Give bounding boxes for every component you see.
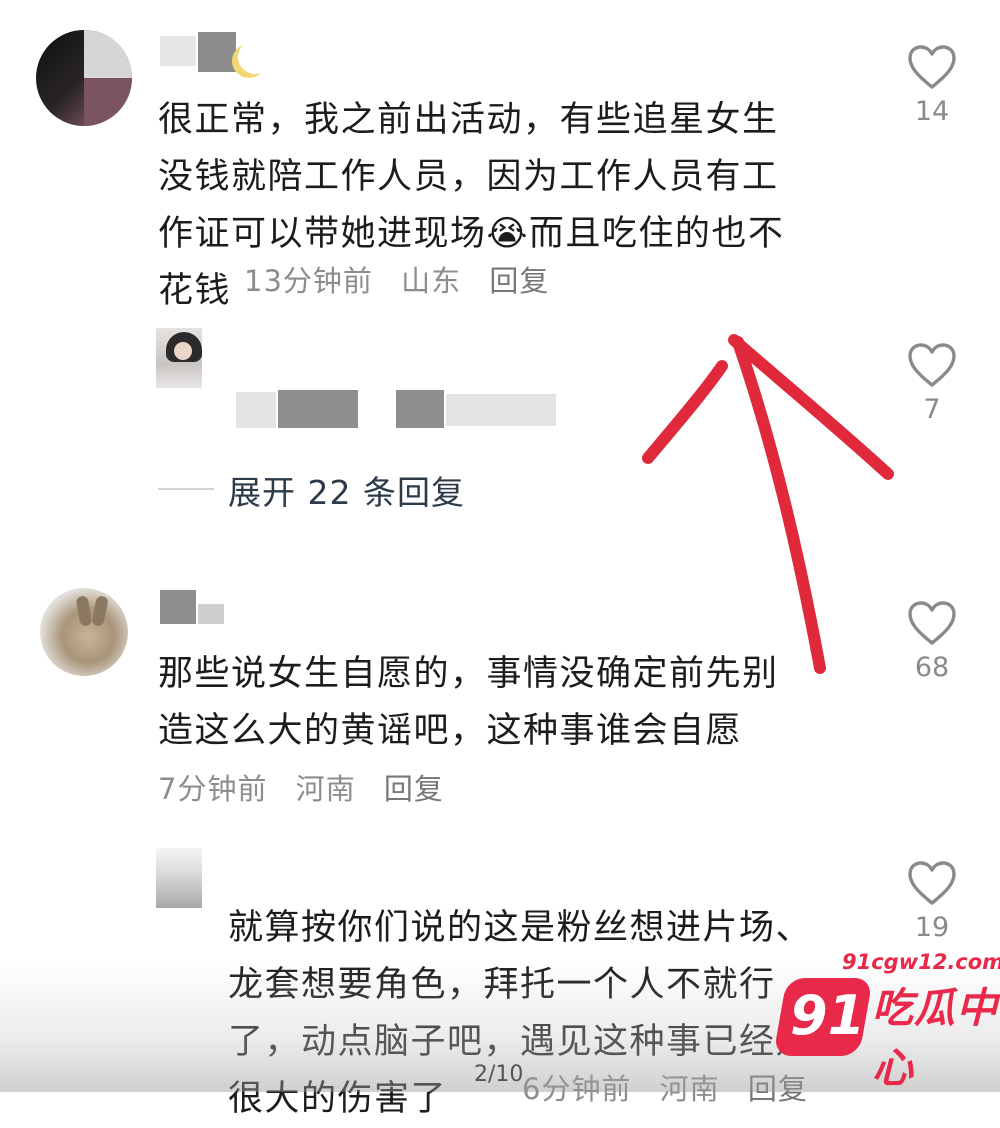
watermark: 91cgw12.com 91 吃瓜中心 — [773, 950, 1000, 1092]
watermark-badge-text: 91 — [790, 984, 866, 1047]
red-arrow-annotation — [642, 334, 894, 674]
page-indicator: 2/10 — [474, 1062, 524, 1087]
watermark-name: 吃瓜中心 — [872, 984, 998, 1092]
watermark-url: 91cgw12.com — [842, 950, 1000, 974]
